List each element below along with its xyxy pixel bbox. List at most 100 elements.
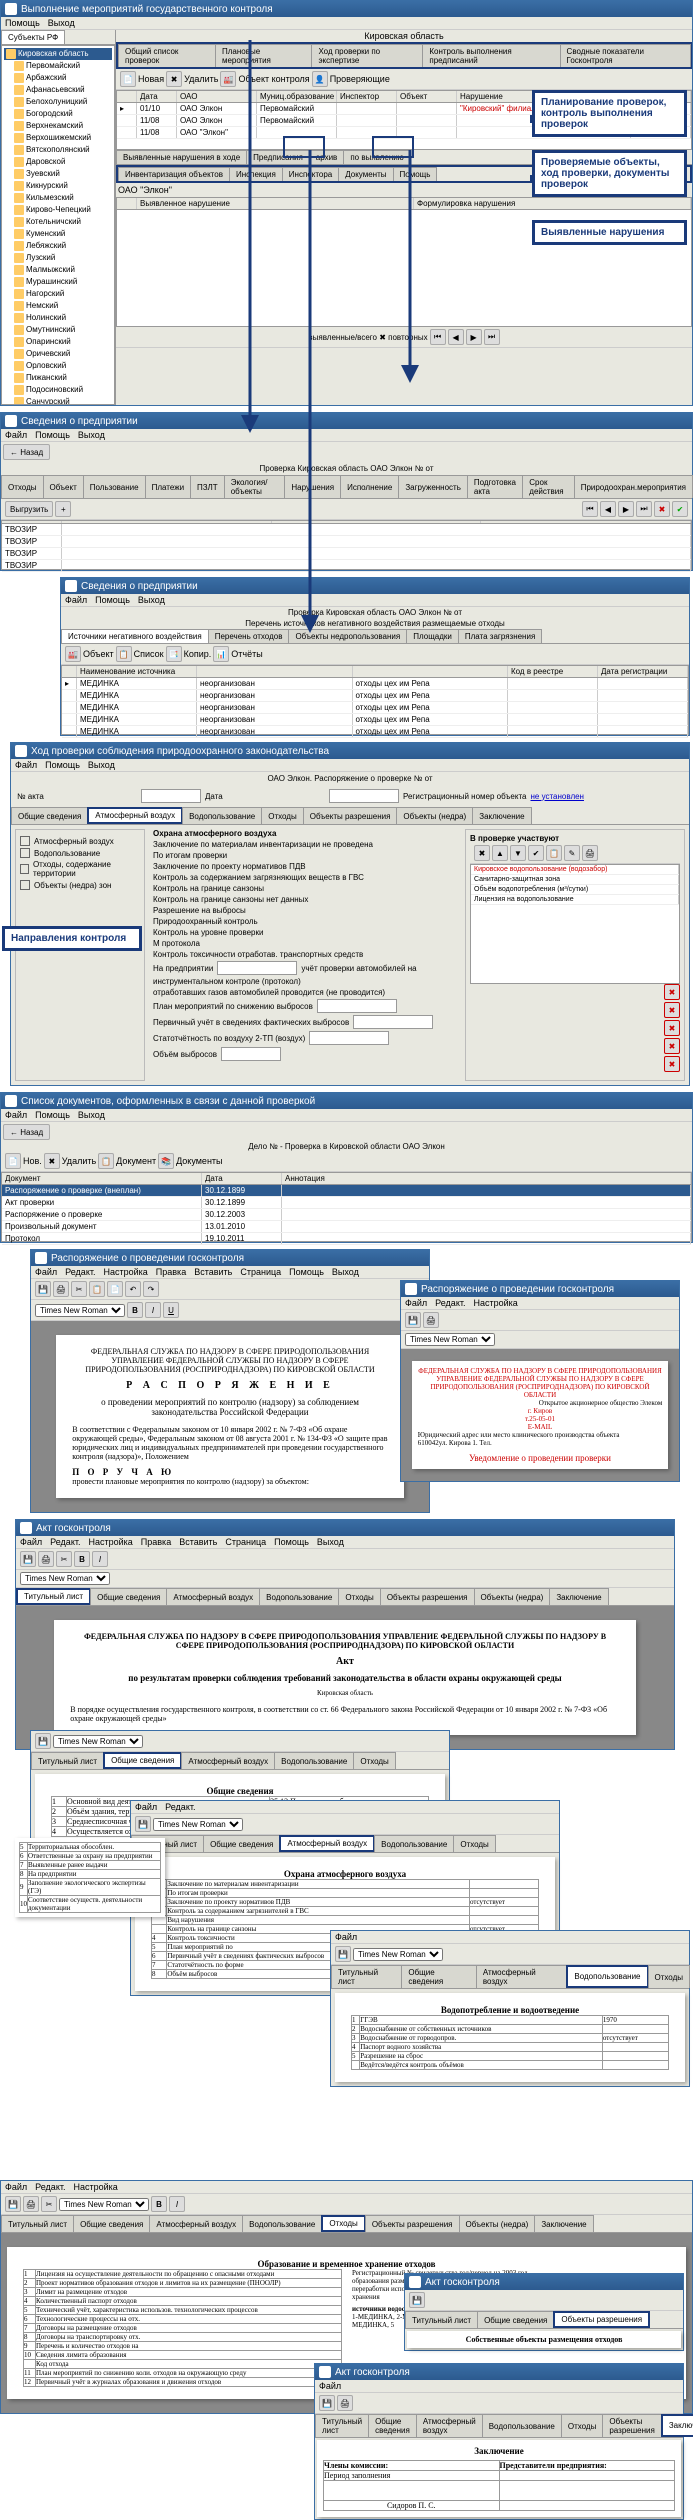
- del-icon[interactable]: ✖: [474, 845, 490, 861]
- tab-docs[interactable]: Документы: [338, 167, 393, 181]
- nav-last[interactable]: ⏭: [484, 329, 500, 345]
- akt-input[interactable]: [141, 789, 201, 803]
- copy-button[interactable]: 📑: [166, 646, 182, 662]
- tab-objects[interactable]: Объекты разрешения: [553, 2311, 650, 2328]
- copy-icon[interactable]: 📋: [546, 845, 562, 861]
- app-icon: [35, 1252, 47, 1264]
- tab-orders[interactable]: Предписания: [246, 150, 310, 164]
- region-label: Кировская область: [116, 30, 692, 42]
- undo-icon[interactable]: ↶: [125, 1281, 141, 1297]
- enterprise-window-2: Сведения о предприятии ФайлПомощьВыход П…: [60, 577, 690, 736]
- cancel-icon[interactable]: ✖: [654, 501, 670, 517]
- checkbox[interactable]: [20, 848, 30, 858]
- nav-last[interactable]: ⏭: [636, 501, 652, 517]
- tab-conclusion[interactable]: Заключение: [661, 2414, 693, 2437]
- tab-inspectors[interactable]: Инспектора: [282, 167, 339, 181]
- tab-subjects[interactable]: Субъекты РФ: [1, 30, 65, 44]
- bold-icon[interactable]: B: [74, 1551, 90, 1567]
- menu-help[interactable]: Помощь: [5, 18, 40, 28]
- print-icon[interactable]: 🖨: [53, 1281, 69, 1297]
- tab-violations[interactable]: Выявленные нарушения в ходе: [116, 150, 247, 164]
- tab-title-page[interactable]: Титульный лист: [16, 1588, 91, 1605]
- tab-air[interactable]: Атмосферный воздух: [279, 1835, 375, 1852]
- print-icon[interactable]: 🖨: [38, 1551, 54, 1567]
- del-row[interactable]: ✖: [664, 1038, 680, 1054]
- copy-icon[interactable]: 📋: [89, 1281, 105, 1297]
- save-icon[interactable]: 💾: [405, 1312, 421, 1328]
- checkbox[interactable]: [20, 864, 29, 874]
- list-button[interactable]: 📋: [116, 646, 132, 662]
- tab-water[interactable]: Водопользование: [566, 1965, 648, 1988]
- save-icon[interactable]: 💾: [35, 1281, 51, 1297]
- checkbox[interactable]: [20, 880, 30, 890]
- object-button[interactable]: 🏭: [220, 71, 236, 87]
- back-button[interactable]: ← Назад: [3, 1124, 50, 1140]
- nav-prev[interactable]: ◀: [448, 329, 464, 345]
- tab-insp[interactable]: Инспекция: [229, 167, 283, 181]
- tab-checklist[interactable]: Общий список проверок: [118, 44, 216, 67]
- docs-button[interactable]: 📚: [158, 1153, 174, 1169]
- folder-icon: [14, 337, 24, 347]
- del-row[interactable]: ✖: [664, 1020, 680, 1036]
- inspectors-button[interactable]: 👤: [312, 71, 328, 87]
- new-button[interactable]: 📄: [5, 1153, 21, 1169]
- redo-icon[interactable]: ↷: [143, 1281, 159, 1297]
- main-window: Выполнение мероприятий государственного …: [0, 0, 693, 406]
- cut-icon[interactable]: ✂: [71, 1281, 87, 1297]
- back-button[interactable]: ← Назад: [3, 444, 50, 460]
- down-icon[interactable]: ▼: [510, 845, 526, 861]
- region-tree[interactable]: Кировская область Первомайский Арбажский…: [1, 45, 115, 405]
- bold-icon[interactable]: B: [127, 1302, 143, 1318]
- nav-first[interactable]: ⏮: [582, 501, 598, 517]
- font-select[interactable]: Times New Roman: [405, 1333, 495, 1346]
- del-row[interactable]: ✖: [664, 1002, 680, 1018]
- font-select[interactable]: Times New Roman: [35, 1304, 125, 1317]
- paste-icon[interactable]: 📄: [107, 1281, 123, 1297]
- tab-progress[interactable]: Ход проверки по экспертизе: [311, 44, 423, 67]
- checkbox[interactable]: [20, 836, 30, 846]
- menu-exit[interactable]: Выход: [48, 18, 75, 28]
- edit-icon[interactable]: ✎: [564, 845, 580, 861]
- doc-button[interactable]: 📋: [98, 1153, 114, 1169]
- obj-button[interactable]: 🏭: [65, 646, 81, 662]
- underline-icon[interactable]: U: [163, 1302, 179, 1318]
- tab-air[interactable]: Атмосферный воздух: [87, 807, 183, 824]
- font-select[interactable]: Times New Roman: [20, 1572, 110, 1585]
- ok-icon[interactable]: ✔: [672, 501, 688, 517]
- report-button[interactable]: 📊: [213, 646, 229, 662]
- violations-grid[interactable]: Выявленное нарушениеФормулировка нарушен…: [116, 197, 692, 327]
- save-icon[interactable]: 💾: [20, 1551, 36, 1567]
- nav-next[interactable]: ▶: [618, 501, 634, 517]
- del-row[interactable]: ✖: [664, 984, 680, 1000]
- cut-icon[interactable]: ✂: [56, 1551, 72, 1567]
- delete-button[interactable]: ✖: [166, 71, 182, 87]
- directions-panel: Атмосферный воздух Водопользование Отход…: [15, 829, 145, 1081]
- folder-icon: [14, 145, 24, 155]
- tab-general[interactable]: Общие сведения: [103, 1752, 182, 1769]
- del-button[interactable]: ✖: [44, 1153, 60, 1169]
- italic-icon[interactable]: I: [145, 1302, 161, 1318]
- nav-prev[interactable]: ◀: [600, 501, 616, 517]
- tab-help[interactable]: Помощь: [393, 167, 438, 181]
- folder-icon: [14, 61, 24, 71]
- up-icon[interactable]: ▲: [492, 845, 508, 861]
- tab-archive[interactable]: архив: [309, 150, 345, 164]
- tab-control[interactable]: Контроль выполнения предписаний: [422, 44, 560, 67]
- tab-plan[interactable]: Плановые мероприятия: [215, 44, 312, 67]
- tab-waste[interactable]: Отходы: [321, 2215, 366, 2232]
- italic-icon[interactable]: I: [92, 1551, 108, 1567]
- nav-next[interactable]: ▶: [466, 329, 482, 345]
- del-row[interactable]: ✖: [664, 1056, 680, 1072]
- tab-detect[interactable]: по выявлению: [343, 150, 410, 164]
- print-icon[interactable]: 🖨: [423, 1312, 439, 1328]
- nav-first[interactable]: ⏮: [430, 329, 446, 345]
- tab-inventory[interactable]: Инвентаризация объектов: [118, 167, 230, 181]
- add-button[interactable]: +: [55, 501, 71, 517]
- folder-icon: [14, 97, 24, 107]
- folder-icon: [14, 241, 24, 251]
- print-icon[interactable]: 🖨: [582, 845, 598, 861]
- new-button[interactable]: 📄: [120, 71, 136, 87]
- ok-icon[interactable]: ✔: [528, 845, 544, 861]
- tab-summary[interactable]: Сводные показатели Госконтроля: [560, 44, 691, 67]
- date-input[interactable]: [329, 789, 399, 803]
